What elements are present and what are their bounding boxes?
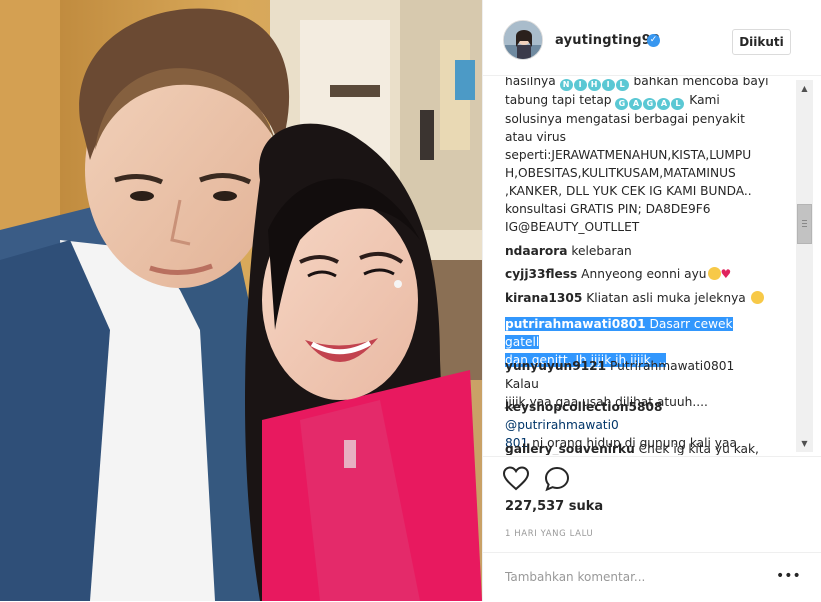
comment-username[interactable]: yunyuyun9121 — [505, 359, 606, 373]
post-photo[interactable] — [0, 0, 482, 601]
caption-text: bahkan mencoba bayi — [633, 77, 769, 88]
caption-line: hasilnya NIHIL bahkan mencoba bayi — [505, 77, 769, 91]
comment-text: Kliatan asli muka jeleknya — [586, 291, 746, 305]
comment-username[interactable]: keyshopcollection5808 — [505, 400, 662, 414]
caption-line: konsultasi GRATIS PIN; DA8DE9F6 — [505, 202, 711, 216]
post-actions: 227,537 suka 1 HARI YANG LALU ••• — [483, 456, 821, 601]
comment-item: kirana1305 Kliatan asli muka jeleknya — [505, 289, 767, 307]
letter-badge-icon: N — [559, 79, 573, 91]
following-button[interactable]: Diikuti — [732, 29, 791, 55]
comment-text: kelebaran — [571, 244, 632, 258]
caption-text: tabung tapi tetap — [505, 93, 612, 107]
letter-badge-icon: A — [629, 98, 643, 110]
comment-item: ndaarora kelebaran — [505, 242, 767, 260]
heart-emoji-icon: ♥ — [720, 267, 732, 281]
letter-badge-icon: L — [671, 98, 685, 110]
letter-badge-icon: I — [573, 79, 587, 91]
comment-username[interactable]: cyjj33fless — [505, 267, 577, 281]
comment-username[interactable]: gallery_souvenirku — [505, 442, 635, 455]
comment-text — [645, 317, 650, 331]
caption-line: seperti:JERAWATMENAHUN,KISTA,LUMPU — [505, 148, 752, 162]
comment-username[interactable]: putrirahmawati0801 — [505, 317, 646, 331]
caption-line: atau virus — [505, 130, 566, 144]
caption-text: Kami — [689, 93, 720, 107]
instagram-post-modal: ayutingting92 ✓ Diikuti hasilnya NIHIL b… — [0, 0, 821, 601]
comment-item: gallery_souvenirku Chek ig kita yu kak, — [505, 440, 767, 455]
scrollbar-thumb[interactable] — [797, 204, 812, 244]
scroll-down-arrow-icon[interactable]: ▼ — [796, 435, 813, 452]
verified-badge-icon: ✓ — [647, 34, 660, 47]
caption-line: IG@BEAUTY_OUTLLET — [505, 220, 640, 234]
comment-item: cyjj33fless Annyeong eonni ayu ♥ — [505, 265, 767, 283]
comments-scrollbar[interactable]: ▲ ▼ — [796, 80, 813, 452]
letter-badge-icon: H — [587, 79, 601, 91]
comments-list[interactable]: hasilnya NIHIL bahkan mencoba bayi tabun… — [483, 77, 821, 455]
avatar[interactable] — [503, 20, 543, 60]
letter-badge-icon: G — [615, 98, 629, 110]
comment-text: Annyeong eonni ayu — [581, 267, 707, 281]
caption-line: ,KANKER, DLL YUK CEK IG KAMI BUNDA.. — [505, 184, 752, 198]
letter-badge-icon: L — [615, 79, 629, 91]
username-link[interactable]: ayutingting92 — [555, 33, 660, 48]
caption-line: tabung tapi tetap GAGAL Kami — [505, 91, 767, 110]
grip-line — [802, 223, 807, 224]
post-header: ayutingting92 ✓ Diikuti — [483, 0, 821, 76]
heart-outline-icon[interactable] — [502, 465, 530, 493]
bubble-svg — [544, 466, 570, 492]
grip-line — [802, 226, 807, 227]
caption-text: hasilnya — [505, 77, 556, 88]
grip-line — [802, 220, 807, 221]
letter-badge-icon: I — [601, 79, 615, 91]
caption-line: solusinya mengatasi berbagai penyakit — [505, 112, 745, 126]
nihil-badges: NIHIL — [559, 77, 630, 91]
scroll-up-arrow-icon[interactable]: ▲ — [796, 80, 813, 97]
avatar-image — [504, 21, 542, 59]
comment-text: Chek ig kita yu kak, — [638, 442, 759, 455]
post-details-panel: ayutingting92 ✓ Diikuti hasilnya NIHIL b… — [482, 0, 821, 601]
speech-bubble-icon[interactable] — [543, 465, 571, 493]
post-timestamp[interactable]: 1 HARI YANG LALU — [505, 529, 593, 539]
laughing-emoji-icon — [750, 291, 764, 304]
letter-badge-icon: A — [657, 98, 671, 110]
add-comment-input[interactable] — [505, 567, 765, 587]
heart-svg — [502, 466, 530, 491]
photo-illustration — [0, 0, 482, 601]
gagal-badges: GAGAL — [615, 93, 685, 110]
post-caption: hasilnya NIHIL bahkan mencoba bayi tabun… — [505, 77, 769, 236]
caption-line: H,OBESITAS,KULITKUSAM,MATAMINUS — [505, 166, 736, 180]
add-comment-section: ••• — [483, 552, 821, 602]
comment-username[interactable]: kirana1305 — [505, 291, 582, 305]
like-count[interactable]: 227,537 suka — [505, 499, 603, 514]
more-options-button[interactable]: ••• — [776, 569, 801, 583]
comment-username[interactable]: ndaarora — [505, 244, 567, 258]
mention-link[interactable]: @putrirahmawati0 — [505, 418, 619, 432]
letter-badge-icon: G — [643, 98, 657, 110]
laughing-emoji-icon — [707, 267, 721, 280]
